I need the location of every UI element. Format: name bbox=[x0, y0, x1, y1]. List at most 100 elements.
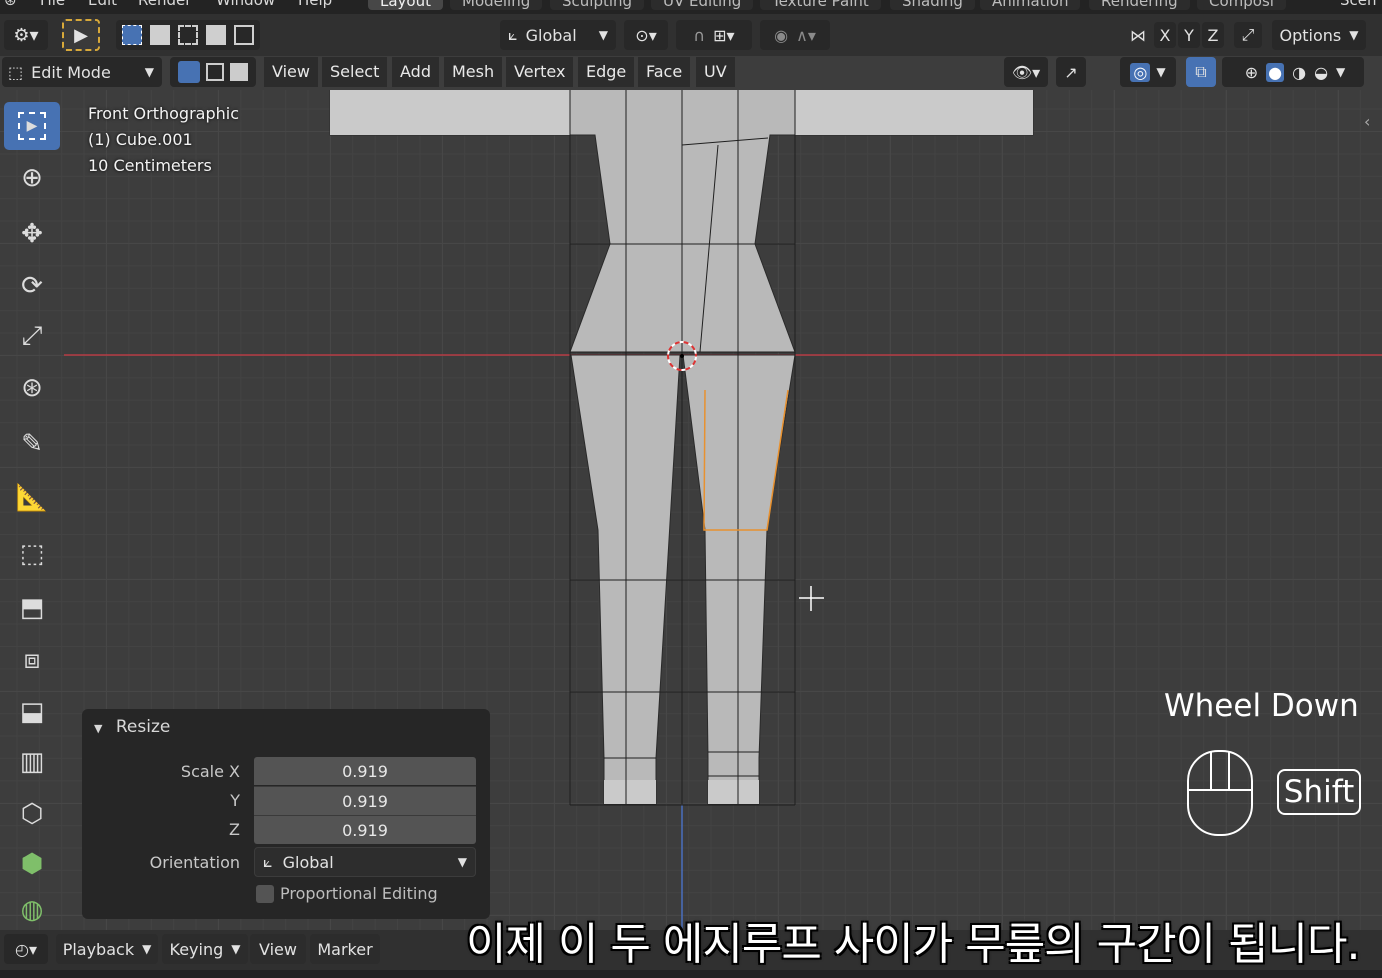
select-mode-buttons[interactable] bbox=[170, 57, 256, 87]
visibility-dropdown[interactable]: 👁▾ bbox=[1004, 57, 1048, 87]
menu-view[interactable]: View bbox=[264, 57, 318, 87]
select-subtract-icon[interactable] bbox=[178, 25, 198, 45]
chevron-down-icon: ▼ bbox=[231, 942, 241, 956]
chevron-down-icon: ▼ bbox=[457, 855, 467, 869]
menu-edit[interactable]: Edit bbox=[88, 0, 117, 9]
poly-build-icon: ⬢ bbox=[20, 849, 44, 879]
falloff-curve-icon[interactable]: ∧▾ bbox=[796, 26, 816, 45]
bevel-tool[interactable]: ⬓ bbox=[4, 688, 60, 736]
menu-vertex[interactable]: Vertex bbox=[506, 57, 574, 87]
editor-type-dropdown[interactable]: ⚙▾ bbox=[4, 20, 48, 50]
options-dropdown[interactable]: Options ▼ bbox=[1272, 20, 1366, 50]
tab-uv-editing[interactable]: UV Editing bbox=[651, 0, 754, 10]
tab-sculpting[interactable]: Sculpting bbox=[550, 0, 645, 10]
cursor-tool[interactable]: ⊕ bbox=[4, 154, 60, 202]
select-box-icon: ▶ bbox=[18, 112, 46, 140]
mirror-z-toggle[interactable]: Z bbox=[1202, 22, 1224, 48]
rotate-tool[interactable]: ⟳ bbox=[4, 262, 60, 310]
menu-add[interactable]: Add bbox=[392, 57, 439, 87]
xray-toggle[interactable]: ⧉ bbox=[1186, 57, 1216, 87]
tab-texture-paint[interactable]: Texture Paint bbox=[760, 0, 881, 10]
inset-tool[interactable]: ⧈ bbox=[4, 636, 60, 684]
select-invert-icon[interactable] bbox=[206, 25, 226, 45]
scale-y-field[interactable]: 0.919 bbox=[254, 786, 476, 815]
transform-orientation-dropdown[interactable]: ⟀ Global ▼ bbox=[500, 20, 616, 50]
playback-label: Playback bbox=[62, 939, 135, 959]
resize-panel-header[interactable]: ▼ Resize bbox=[94, 717, 170, 737]
mode-dropdown[interactable]: ⬚ Edit Mode ▼ bbox=[2, 57, 162, 87]
scale-z-field[interactable]: 0.919 bbox=[254, 815, 476, 844]
face-select-icon[interactable] bbox=[230, 63, 248, 81]
menu-face[interactable]: Face bbox=[638, 57, 691, 87]
measure-tool[interactable]: 📐 bbox=[4, 474, 60, 522]
menu-uv[interactable]: UV bbox=[696, 57, 735, 87]
rendered-shading-icon[interactable]: ◒ bbox=[1314, 63, 1328, 82]
select-box-tool[interactable]: ▶ bbox=[4, 102, 60, 150]
wireframe-shading-icon[interactable]: ⊕ bbox=[1245, 63, 1258, 82]
scale-x-field[interactable]: 0.919 bbox=[254, 757, 476, 785]
select-extend-icon[interactable] bbox=[150, 25, 170, 45]
snap-increment-icon[interactable]: ⊞▾ bbox=[713, 26, 734, 45]
menu-help[interactable]: Help bbox=[298, 0, 332, 9]
vertex-select-icon[interactable] bbox=[178, 61, 200, 83]
active-tool-icon[interactable]: ▶ bbox=[62, 19, 100, 51]
tab-shading[interactable]: Shading bbox=[890, 0, 975, 10]
poly-build-tool[interactable]: ⬢ bbox=[4, 840, 60, 888]
tab-rendering[interactable]: Rendering bbox=[1089, 0, 1190, 10]
tab-layout[interactable]: Layout bbox=[368, 0, 443, 10]
edge-select-icon[interactable] bbox=[206, 63, 224, 81]
tab-animation[interactable]: Animation bbox=[980, 0, 1081, 10]
loop-cut-tool[interactable]: ▥ bbox=[4, 738, 60, 786]
spin-tool[interactable]: ◍ bbox=[4, 886, 60, 934]
move-tool[interactable]: ✥ bbox=[4, 210, 60, 258]
snap-magnet-icon[interactable]: ∩ bbox=[693, 26, 705, 45]
menu-file[interactable]: File bbox=[40, 0, 65, 9]
snap-group[interactable]: ∩ ⊞▾ bbox=[676, 20, 752, 50]
playback-menu[interactable]: Playback ▼ bbox=[56, 934, 158, 964]
menu-window[interactable]: Window bbox=[216, 0, 275, 9]
keying-menu[interactable]: Keying ▼ bbox=[162, 934, 248, 964]
extrude-tool[interactable]: ⬒ bbox=[4, 584, 60, 632]
annotate-tool[interactable]: ✎ bbox=[4, 420, 60, 468]
mouse-icon bbox=[1187, 750, 1253, 836]
solid-shading-icon[interactable]: ● bbox=[1266, 62, 1285, 82]
select-intersect-icon[interactable] bbox=[234, 25, 254, 45]
eye-icon: 👁▾ bbox=[1011, 62, 1041, 82]
video-subtitle: 이제 이 두 에지루프 사이가 무릎의 구간이 됩니다. bbox=[466, 919, 1360, 970]
shading-mode-group[interactable]: ⊕ ● ◑ ◒ ▼ bbox=[1222, 57, 1364, 87]
proportional-edit-group[interactable]: ◉ ∧▾ bbox=[760, 20, 830, 50]
add-cube-tool[interactable]: ⬚ bbox=[4, 530, 60, 578]
timeline-view-menu[interactable]: View bbox=[250, 934, 306, 964]
mirror-x-toggle[interactable]: X bbox=[1154, 22, 1176, 48]
proportional-editing-checkbox[interactable]: Proportional Editing bbox=[256, 884, 438, 903]
scene-selector[interactable]: Scen bbox=[1340, 0, 1377, 9]
proportional-edit-icon[interactable]: ◉ bbox=[774, 26, 788, 45]
orientation-dropdown[interactable]: ⟀ Global ▼ bbox=[254, 847, 476, 877]
mirror-y-toggle[interactable]: Y bbox=[1178, 22, 1200, 48]
tab-modeling[interactable]: Modeling bbox=[450, 0, 543, 10]
scale-tool[interactable]: ⤢ bbox=[4, 312, 60, 360]
material-shading-icon[interactable]: ◑ bbox=[1292, 63, 1306, 82]
gizmo-toggle[interactable]: ↗ bbox=[1056, 57, 1086, 87]
select-new-icon[interactable] bbox=[122, 25, 142, 45]
pivot-point-dropdown[interactable]: ⊙▾ bbox=[624, 20, 668, 50]
timeline-editor-type[interactable]: ◴▾ bbox=[4, 934, 48, 964]
overlays-dropdown[interactable]: ◎ ▼ bbox=[1120, 57, 1176, 87]
sidebar-toggle-icon[interactable]: ‹ bbox=[1364, 112, 1370, 131]
auto-merge-icon[interactable]: ⤢ bbox=[1234, 22, 1262, 48]
knife-tool[interactable]: ⬡ bbox=[4, 790, 60, 838]
blender-logo-icon[interactable]: ⊛ bbox=[4, 0, 17, 9]
menu-select[interactable]: Select bbox=[322, 57, 388, 87]
select-mode-group[interactable] bbox=[116, 20, 260, 50]
menu-mesh[interactable]: Mesh bbox=[444, 57, 503, 87]
clock-icon: ◴▾ bbox=[15, 939, 37, 959]
menu-edge[interactable]: Edge bbox=[578, 57, 635, 87]
overlays-icon: ◎ bbox=[1130, 62, 1151, 82]
tab-compositing[interactable]: Composi bbox=[1197, 0, 1286, 10]
menu-render[interactable]: Render bbox=[138, 0, 191, 9]
transform-tool[interactable]: ⊛ bbox=[4, 364, 60, 412]
marker-menu[interactable]: Marker bbox=[310, 934, 380, 964]
mirror-icon[interactable]: ⋈ bbox=[1124, 22, 1152, 48]
chevron-down-icon: ▼ bbox=[598, 28, 608, 42]
top-menu-bar: ⊛ File Edit Render Window Help Layout Mo… bbox=[0, 0, 1382, 14]
